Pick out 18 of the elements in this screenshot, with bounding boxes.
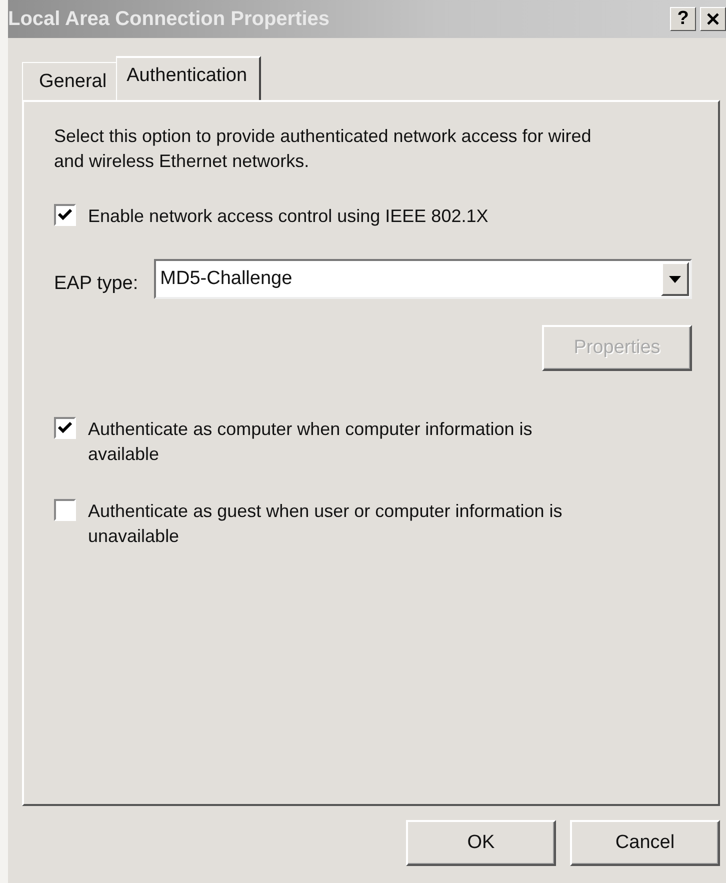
checkbox[interactable] [54,204,76,226]
checkbox-label: Authenticate as computer when computer information is available [88,418,534,466]
tab[interactable]: General [22,62,118,100]
checkmark-icon [58,209,72,221]
checkbox[interactable] [54,499,76,521]
checkbox-label: Authenticate as guest when user or computer information is unavailable [88,500,564,548]
eap-type-dropdown[interactable]: MD5-Challenge [154,259,692,299]
checkbox[interactable] [54,417,76,439]
cancel-button[interactable]: Cancel [570,820,720,866]
checkmark-icon [58,422,72,434]
dropdown-button[interactable] [661,262,689,296]
tab[interactable]: Authentication [116,56,262,100]
description-text: Select this option to provide authenticated network access for wired and wireless Ethernet networks. [54,125,592,173]
eap-type-label: EAP type: [54,273,138,295]
window-title: Local Area Connection Properties [8,8,331,30]
ok-button[interactable]: OK [406,820,556,866]
checkbox-label: Enable network access control using IEEE 802.1X [88,205,488,228]
dropdown-arrow-icon [669,276,681,282]
